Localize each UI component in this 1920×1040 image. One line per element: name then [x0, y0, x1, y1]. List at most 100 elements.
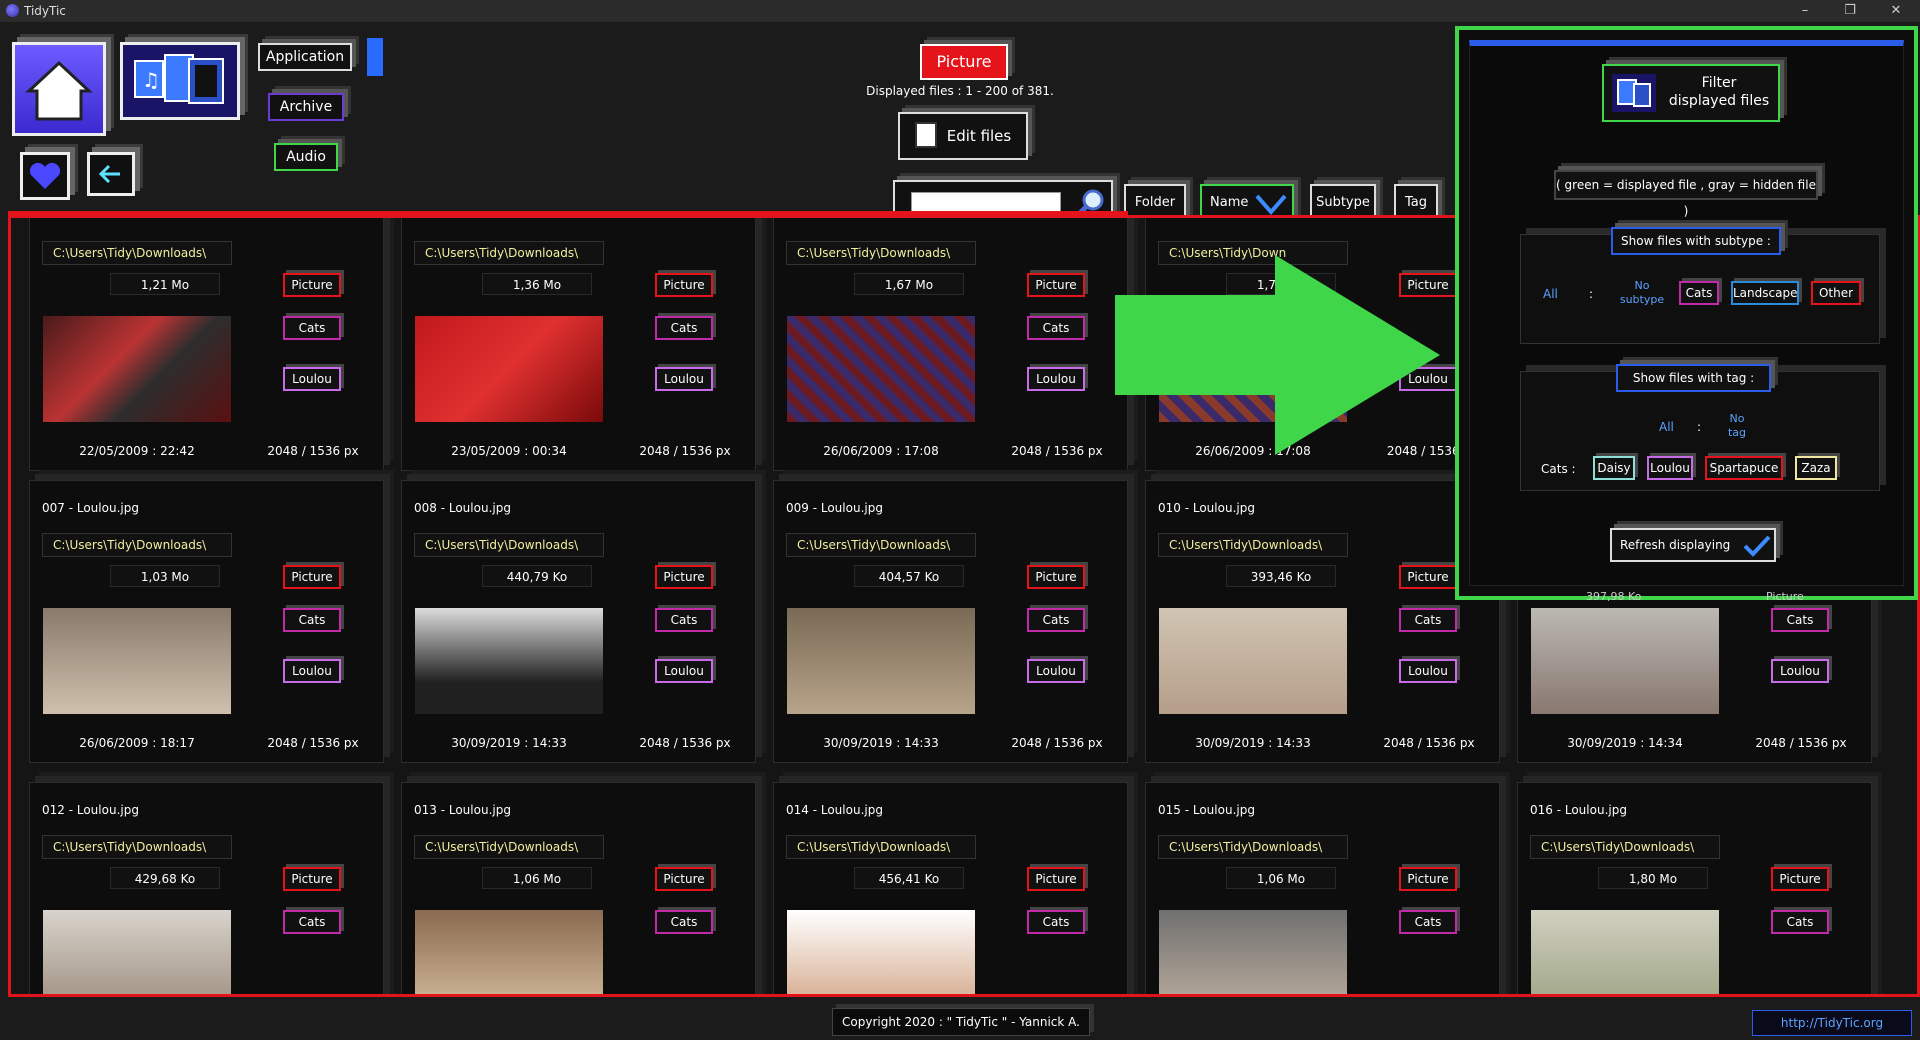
name-tag[interactable]: Loulou — [655, 367, 713, 391]
type-tag[interactable]: Picture — [1027, 867, 1085, 891]
type-tag[interactable]: Picture — [283, 273, 341, 297]
file-date: 30/09/2019 : 14:34 — [1567, 736, 1683, 750]
tag-all-option[interactable]: All — [1659, 420, 1674, 434]
subtype-landscape-chip[interactable]: Landscape — [1731, 281, 1799, 305]
name-tag[interactable]: Loulou — [655, 659, 713, 683]
subtype-tag[interactable]: Cats — [283, 608, 341, 632]
type-tag[interactable]: Picture — [1399, 867, 1457, 891]
name-tag[interactable]: Loulou — [1027, 367, 1085, 391]
filter-displayed-files-button[interactable]: Filter displayed files — [1602, 64, 1780, 122]
subtype-tag[interactable]: Cats — [283, 910, 341, 934]
file-card[interactable]: C:\Users\Tidy\Downloads\ 1,21 Mo 22/05/200… — [29, 218, 384, 471]
file-card[interactable]: 012 - Loulou.jpg C:\Users\Tidy\Downloads\… — [29, 782, 384, 994]
nav-application-button[interactable]: Application — [258, 43, 352, 71]
file-path: C:\Users\Tidy\Downloads\ — [1530, 835, 1720, 859]
file-card[interactable]: 015 - Loulou.jpg C:\Users\Tidy\Downloads\… — [1145, 782, 1500, 994]
chevron-down-icon — [1255, 194, 1287, 216]
name-tag[interactable]: Loulou — [283, 367, 341, 391]
tag-none-option[interactable]: No tag — [1717, 412, 1757, 440]
tag-loulou-chip[interactable]: Loulou — [1647, 456, 1693, 480]
image-thumbnail[interactable] — [43, 910, 231, 994]
file-card[interactable]: C:\Users\Tidy\Downloads\ 1,36 Mo 23/05/200… — [401, 218, 756, 471]
nav-archive-button[interactable]: Archive — [268, 93, 344, 121]
tag-daisy-chip[interactable]: Daisy — [1593, 456, 1635, 480]
tag-spartapuce-chip[interactable]: Spartapuce — [1705, 456, 1783, 480]
image-thumbnail[interactable] — [787, 608, 975, 714]
subtype-tag[interactable]: Cats — [1399, 608, 1457, 632]
home-button[interactable] — [12, 42, 106, 136]
type-tag[interactable]: Picture — [1027, 273, 1085, 297]
image-thumbnail[interactable] — [1531, 910, 1719, 994]
type-tag[interactable]: Picture — [1027, 565, 1085, 589]
subtype-tag[interactable]: Cats — [1027, 910, 1085, 934]
name-tag[interactable]: Loulou — [1399, 659, 1457, 683]
media-button[interactable]: ♫ — [120, 42, 240, 120]
subtype-tag[interactable]: Cats — [1771, 608, 1829, 632]
subtype-tag[interactable]: Cats — [1027, 608, 1085, 632]
heart-icon — [23, 155, 67, 197]
subtype-tag[interactable]: Cats — [1771, 910, 1829, 934]
minimize-button[interactable]: – — [1785, 1, 1825, 21]
image-thumbnail[interactable] — [1159, 910, 1347, 994]
image-thumbnail[interactable] — [415, 910, 603, 994]
file-resolution: 2048 / 1536 px — [1011, 736, 1103, 750]
file-card[interactable]: 014 - Loulou.jpg C:\Users\Tidy\Downloads\… — [773, 782, 1128, 994]
type-tag[interactable]: Picture — [655, 565, 713, 589]
tag-heading-text: Show files with tag : — [1632, 371, 1755, 385]
maximize-button[interactable]: ❐ — [1830, 1, 1870, 21]
file-size: 1,03 Mo — [110, 565, 220, 587]
subtype-none-option[interactable]: No subtype — [1617, 279, 1667, 307]
file-card[interactable]: 010 - Loulou.jpg C:\Users\Tidy\Downloads\… — [1145, 480, 1500, 763]
type-tag[interactable]: Picture — [1771, 867, 1829, 891]
file-path: C:\Users\Tidy\Downloads\ — [414, 835, 604, 859]
file-path: C:\Users\Tidy\Downloads\ — [786, 533, 976, 557]
subtype-other-chip[interactable]: Other — [1811, 281, 1861, 305]
subtype-tag[interactable]: Cats — [655, 316, 713, 340]
website-link[interactable]: http://TidyTic.org — [1752, 1010, 1912, 1036]
file-name: 010 - Loulou.jpg — [1158, 501, 1255, 515]
file-card[interactable]: 009 - Loulou.jpg C:\Users\Tidy\Downloads\… — [773, 480, 1128, 763]
type-tag[interactable]: Picture — [655, 867, 713, 891]
file-card[interactable]: 007 - Loulou.jpg C:\Users\Tidy\Downloads\… — [29, 480, 384, 763]
subtype-all-option[interactable]: All — [1543, 287, 1558, 301]
image-thumbnail[interactable] — [43, 608, 231, 714]
image-thumbnail[interactable] — [415, 608, 603, 714]
type-tag[interactable]: Picture — [1399, 565, 1457, 589]
media-files-icon: ♫ — [123, 45, 237, 117]
refresh-display-button[interactable]: Refresh displaying — [1610, 528, 1776, 562]
file-size: 456,41 Ko — [854, 867, 964, 889]
file-card[interactable]: 013 - Loulou.jpg C:\Users\Tidy\Downloads\… — [401, 782, 756, 994]
image-thumbnail[interactable] — [1159, 608, 1347, 714]
subtype-tag[interactable]: Cats — [655, 608, 713, 632]
file-card[interactable]: C:\Users\Tidy\Downloads\ 1,67 Mo 26/06/200… — [773, 218, 1128, 471]
favorites-button[interactable] — [20, 152, 70, 200]
type-tag[interactable]: Picture — [283, 565, 341, 589]
image-thumbnail[interactable] — [43, 316, 231, 422]
subtype-tag[interactable]: Cats — [283, 316, 341, 340]
image-thumbnail[interactable] — [787, 316, 975, 422]
type-tag[interactable]: Picture — [655, 273, 713, 297]
file-resolution: 2048 / 1536 px — [639, 444, 731, 458]
name-tag[interactable]: Loulou — [283, 659, 341, 683]
nav-audio-button[interactable]: Audio — [274, 143, 338, 171]
subtype-tag[interactable]: Cats — [1399, 910, 1457, 934]
back-arrow-icon — [90, 155, 132, 193]
current-type-button[interactable]: Picture — [920, 44, 1008, 80]
image-thumbnail[interactable] — [787, 910, 975, 994]
subtype-tag[interactable]: Cats — [655, 910, 713, 934]
subtype-none-line2: subtype — [1619, 293, 1665, 306]
name-tag[interactable]: Loulou — [1027, 659, 1085, 683]
close-button[interactable]: ✕ — [1876, 1, 1916, 21]
subtype-tag[interactable]: Cats — [1027, 316, 1085, 340]
image-thumbnail[interactable] — [1531, 608, 1719, 714]
back-button[interactable] — [87, 152, 135, 196]
type-tag[interactable]: Picture — [283, 867, 341, 891]
image-thumbnail[interactable] — [415, 316, 603, 422]
edit-files-button[interactable]: Edit files — [898, 112, 1028, 160]
name-tag[interactable]: Loulou — [1771, 659, 1829, 683]
tag-zaza-chip[interactable]: Zaza — [1795, 456, 1837, 480]
file-card[interactable]: 008 - Loulou.jpg C:\Users\Tidy\Downloads\… — [401, 480, 756, 763]
filter-title-line2: displayed files — [1668, 93, 1770, 109]
subtype-cats-chip[interactable]: Cats — [1679, 281, 1719, 305]
file-card[interactable]: 016 - Loulou.jpg C:\Users\Tidy\Downloads\… — [1517, 782, 1872, 994]
